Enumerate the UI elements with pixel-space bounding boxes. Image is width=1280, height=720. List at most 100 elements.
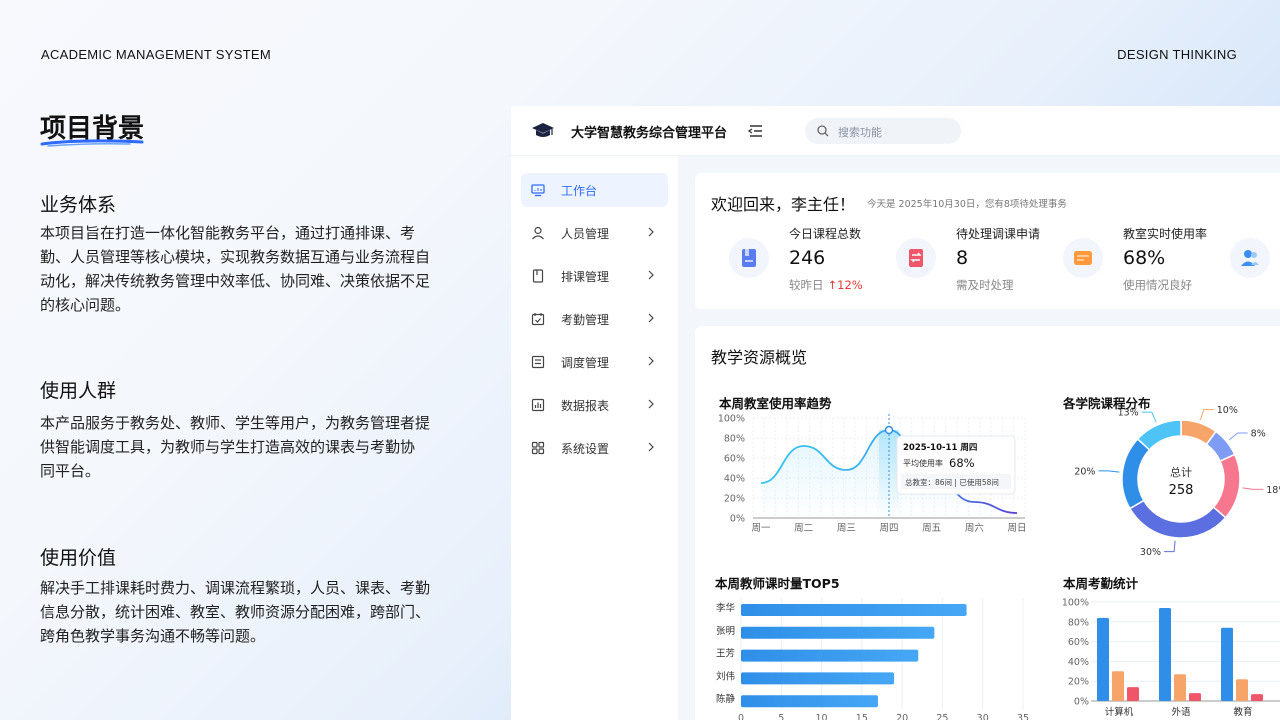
leader-line [1242,487,1264,490]
users-icon [1241,250,1259,266]
x-category-label: 教育 [1233,706,1252,718]
theme-label: DESIGN THINKING [1117,47,1237,62]
sidebar-item-personnel[interactable]: 人员管理 [521,216,668,250]
stat-icon-bg [896,238,936,278]
book-icon [742,249,756,267]
chevron-right-icon [648,356,654,366]
y-category-label: 王芳 [716,648,735,660]
attendance-bar [1189,693,1201,701]
stat-label: 待处理调课申请 [956,227,1041,241]
x-tick-label: 周日 [1007,523,1026,534]
dashboard-header: 大学智慧教务综合管理平台 搜索功能 [511,106,1280,156]
search-input[interactable]: 搜索功能 [805,118,961,144]
stat-value: 246 [789,247,826,269]
tooltip-value: 68% [949,456,975,470]
attendance-bar [1127,687,1139,701]
y-tick-label: 0% [730,514,745,525]
stat-icon-bg [1230,238,1270,278]
x-tick-label: 15 [856,713,868,720]
y-tick-label: 100% [718,414,745,425]
chevron-right-icon [648,313,654,323]
calendar-check-icon [531,313,545,326]
stat-card-classroom[interactable]: 教室实时使用率 68% 使用情况良好 [1063,221,1233,301]
donut-slice [1121,437,1151,510]
menu-collapse-icon[interactable] [747,123,763,139]
search-icon [817,125,829,137]
stat-icon-bg [1063,238,1103,278]
attendance-bar [1097,617,1109,701]
y-category-label: 张明 [716,626,735,637]
attendance-bar [1112,671,1124,701]
sidebar-item-settings[interactable]: 系统设置 [521,431,668,465]
section-heading-business: 业务体系 [40,194,117,216]
x-tick-label: 周一 [751,523,771,534]
stat-card-courses[interactable]: 今日课程总数 246 较昨日 ↑12% [729,221,899,301]
slice-label: 30% [1140,547,1161,556]
sidebar-item-scheduling[interactable]: 排课管理 [521,259,668,293]
document-icon [532,269,544,283]
sidebar-item-label: 排课管理 [561,270,610,284]
section-heading-value: 使用价值 [40,547,117,569]
tooltip-detail: 总教室：86间 | 已使用58间 [905,477,999,487]
donut-slice [1136,419,1182,451]
y-tick-label: 20% [1068,677,1089,688]
teacher-bar [741,626,935,639]
x-tick-label: 25 [936,713,948,720]
sidebar-item-dispatch[interactable]: 调度管理 [521,345,668,379]
y-category-label: 李华 [716,602,736,614]
list-icon [531,355,545,369]
x-tick-label: 周二 [794,523,813,534]
attendance-chart-title: 本周考勤统计 [1063,576,1139,591]
x-tick-label: 周四 [879,523,898,534]
attendance-bar [1251,694,1263,701]
attendance-bar [1159,607,1171,701]
teacher-bar [741,695,878,708]
sidebar-item-label: 工作台 [561,184,598,198]
y-tick-label: 80% [724,434,745,445]
y-tick-label: 80% [1068,617,1089,628]
graduation-cap-icon [532,123,554,137]
stat-card-requests[interactable]: 待处理调课申请 8 需及时处理 [896,221,1066,301]
title-underline-brush [40,139,144,147]
bar-chart-icon [531,398,545,412]
y-category-label: 刘伟 [716,670,735,682]
y-tick-label: 20% [724,494,745,505]
welcome-subtitle: 今天是 2025年10月30日，您有8项待处理事务 [867,199,1067,210]
sidebar-item-reports[interactable]: 数据报表 [521,388,668,422]
x-tick-label: 20 [896,713,908,720]
x-tick-label: 周三 [837,523,856,534]
slice-label: 20% [1074,466,1095,477]
stat-change: ↑12% [827,278,863,292]
section-heading-users: 使用人群 [40,380,117,402]
donut-slice [1212,453,1241,519]
y-category-label: 陈静 [716,693,736,705]
welcome-card: 欢迎回来，李主任！ 今天是 2025年10月30日，您有8项待处理事务 今日课程… [695,173,1280,309]
card-icon [1074,251,1092,265]
teacher-hours-bar-chart: 0 5 10 15 20 25 30 35 李华张明王芳刘伟陈静 [716,598,1029,720]
stat-value: 68% [1123,247,1166,269]
sidebar-item-workbench[interactable]: 工作台 [521,173,668,207]
attendance-bar-chart: 0% 20% 40% 60% 80% 100% 计算机 外语 教育 [1062,598,1280,718]
attendance-bar [1174,674,1186,701]
swap-icon [909,249,923,267]
x-tick-label: 10 [816,713,828,720]
tooltip-date: 2025-10-11 周四 [903,442,977,453]
x-tick-label: 0 [738,713,744,720]
data-point [884,425,894,435]
leader-line [1164,540,1176,553]
stat-card-users[interactable] [1230,221,1280,301]
sidebar-item-label: 数据报表 [561,399,610,413]
section-text-business: 本项目旨在打造一体化智能教务平台，通过打通排课、考 勤、人员管理等核心模块，实现… [40,224,431,314]
search-placeholder: 搜索功能 [838,126,882,139]
teacher-bar [741,672,895,685]
brand-label: ACADEMIC MANAGEMENT SYSTEM [41,47,272,62]
chevron-right-icon [648,442,654,452]
section-text-value: 解决手工排课耗时费力、调课流程繁琐，人员、课表、考勤 信息分散，统计困难、教室、… [40,579,431,645]
x-category-label: 计算机 [1105,706,1134,718]
attendance-bar [1221,627,1233,701]
sidebar-item-attendance[interactable]: 考勤管理 [521,302,668,336]
attendance-bar [1236,679,1248,701]
leader-line [1141,411,1157,423]
stat-value: 8 [956,247,969,269]
welcome-title: 欢迎回来，李主任！ [711,195,856,214]
